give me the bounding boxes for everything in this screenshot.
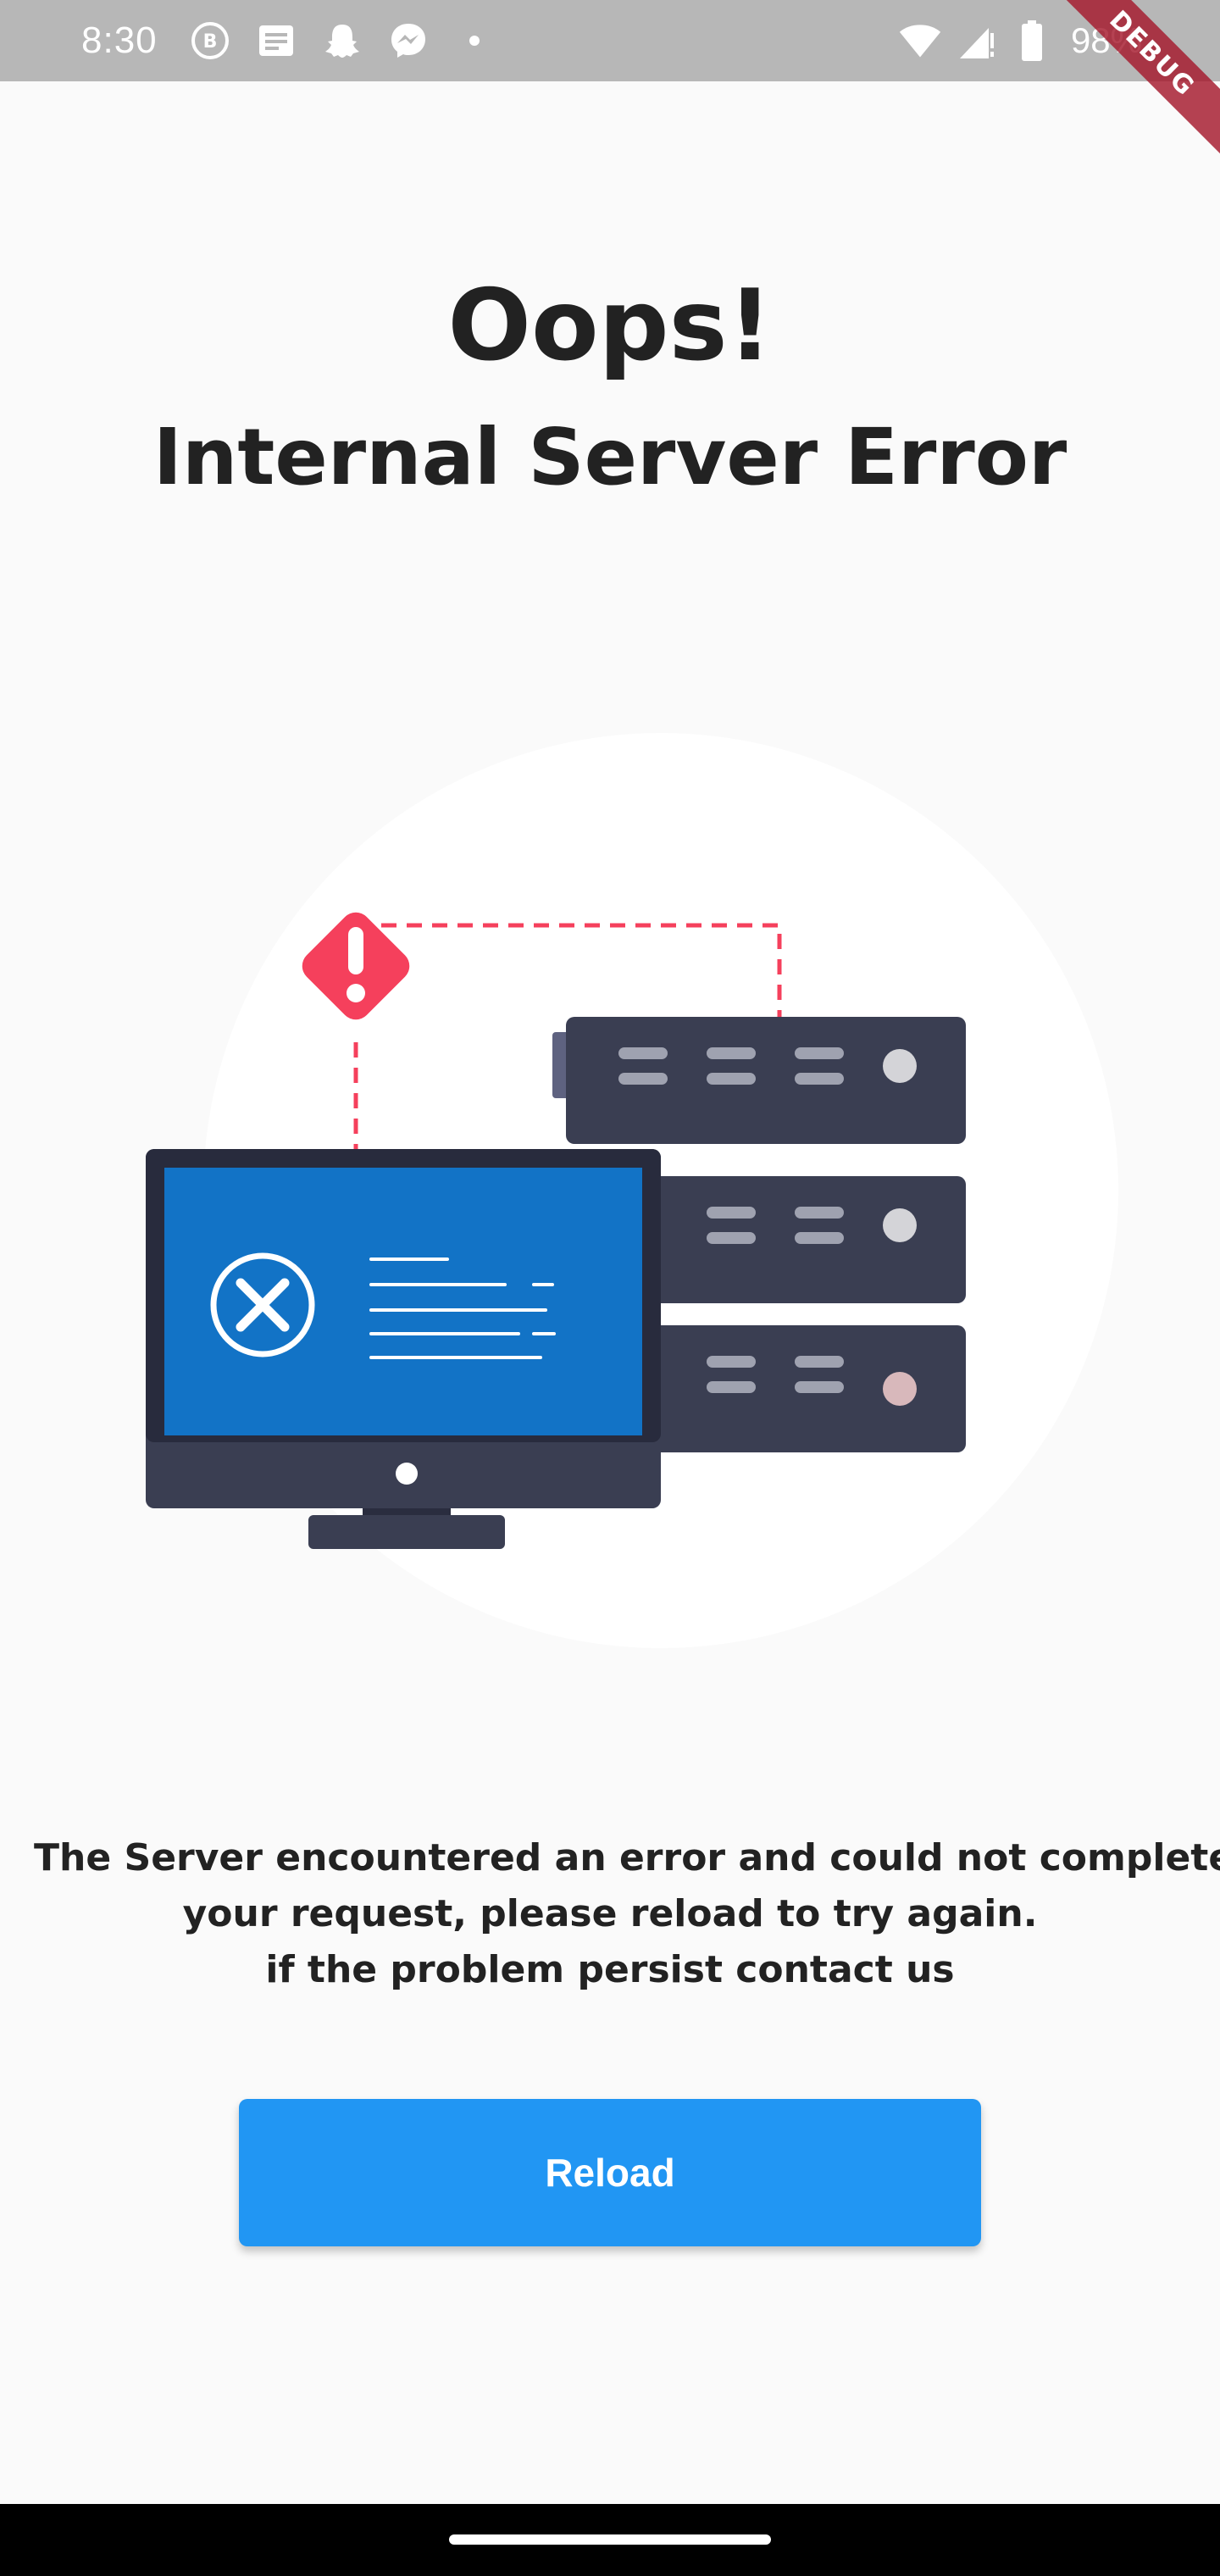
- monitor-error-icon: [146, 1149, 661, 1549]
- status-left: 8:30 B: [81, 0, 496, 81]
- battery-icon: [1010, 19, 1054, 63]
- reload-button[interactable]: Reload: [239, 2099, 981, 2246]
- snapchat-ghost-icon: [320, 19, 364, 63]
- dot-icon: [452, 19, 496, 63]
- b-circle-icon: B: [188, 19, 232, 63]
- server-error-illustration: [0, 712, 1220, 1678]
- error-message-line-1: The Server encountered an error and coul…: [34, 1836, 1220, 1879]
- debug-label: DEBUG: [1059, 0, 1220, 160]
- status-bar: 8:30 B: [0, 0, 1220, 81]
- svg-text:B: B: [202, 31, 217, 53]
- page-title: Oops!: [447, 269, 773, 383]
- page-subtitle: Internal Server Error: [152, 412, 1068, 502]
- server-unit-1: [552, 1017, 966, 1144]
- messenger-icon: [386, 19, 430, 63]
- navigation-bar: [0, 2504, 1220, 2576]
- error-message-line-2: your request, please reload to try again…: [182, 1892, 1038, 1935]
- error-message: The Server encountered an error and coul…: [34, 1830, 1220, 1998]
- wifi-icon: [898, 19, 942, 63]
- status-time: 8:30: [81, 19, 158, 61]
- home-gesture-handle[interactable]: [449, 2534, 771, 2545]
- cell-signal-icon: [954, 19, 998, 63]
- debug-banner: DEBUG: [1059, 0, 1220, 161]
- error-message-line-3: if the problem persist contact us: [265, 1948, 955, 1991]
- illustration-svg: [146, 733, 1118, 1648]
- message-box-icon: [254, 19, 298, 63]
